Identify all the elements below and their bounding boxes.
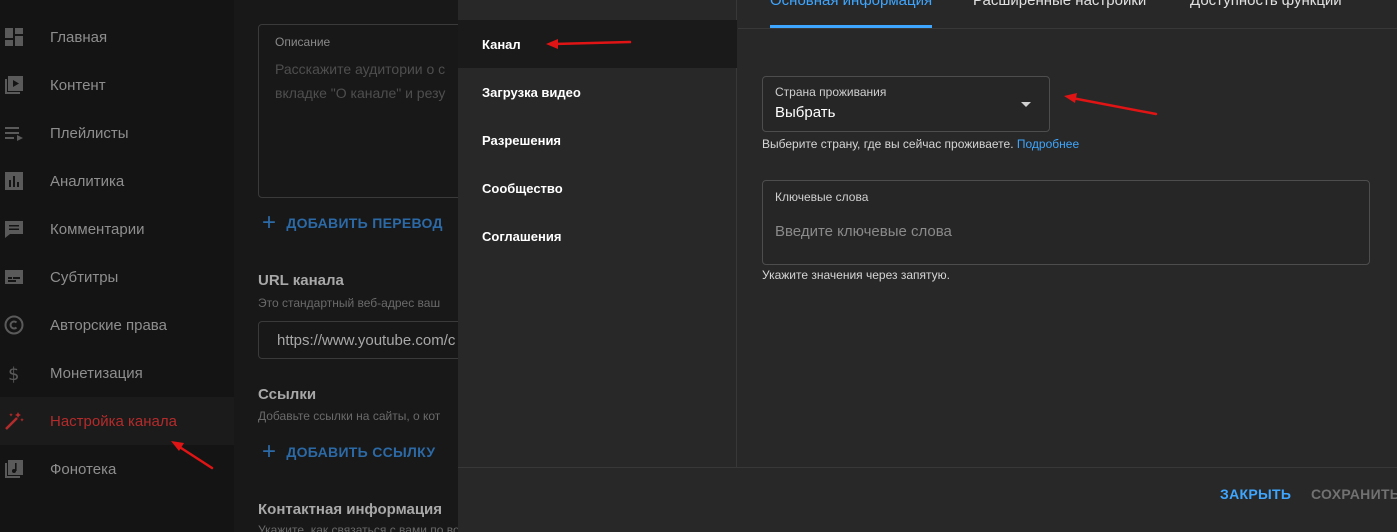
tab-feature-eligibility[interactable]: Доступность функций bbox=[1190, 0, 1342, 9]
sidebar-item-monetization[interactable]: $ Монетизация bbox=[0, 349, 234, 397]
tabs-divider bbox=[738, 28, 1397, 29]
screen: Главная Контент Плейлисты Аналитика Комм… bbox=[0, 0, 1397, 532]
subtitles-icon bbox=[5, 270, 23, 284]
plus-icon: + bbox=[262, 209, 277, 236]
settings-nav-label: Загрузка видео bbox=[482, 84, 581, 100]
sidebar-item-playlists[interactable]: Плейлисты bbox=[0, 109, 234, 157]
svg-text:$: $ bbox=[8, 364, 19, 384]
dropdown-arrow-icon bbox=[1021, 102, 1031, 107]
sidebar-item-dashboard[interactable]: Главная bbox=[0, 13, 234, 61]
sidebar-item-label: Субтитры bbox=[50, 268, 119, 286]
sidebar-item-audio-library[interactable]: Фонотека bbox=[0, 445, 234, 493]
settings-nav-channel[interactable]: Канал bbox=[458, 20, 737, 68]
close-button[interactable]: ЗАКРЫТЬ bbox=[1220, 486, 1291, 502]
add-translation-label: ДОБАВИТЬ ПЕРЕВОД bbox=[286, 215, 443, 231]
sidebar-item-subtitles[interactable]: Субтитры bbox=[0, 253, 234, 301]
learn-more-link[interactable]: Подробнее bbox=[1017, 137, 1079, 151]
sidebar-item-label: Комментарии bbox=[50, 220, 145, 238]
channel-url-field[interactable]: https://www.youtube.com/c bbox=[258, 321, 458, 359]
contact-section-subtitle: Укажите, как связаться с вами по вопроса… bbox=[258, 523, 458, 532]
settings-nav-label: Канал bbox=[482, 36, 521, 52]
country-help-text: Выберите страну, где вы сейчас проживает… bbox=[762, 137, 1079, 151]
country-select-label: Страна проживания bbox=[775, 85, 887, 99]
magic-wand-icon bbox=[5, 412, 24, 430]
description-placeholder-line: Расскажите аудитории о с bbox=[275, 61, 446, 77]
keywords-field[interactable]: Ключевые слова Введите ключевые слова bbox=[762, 180, 1370, 265]
description-placeholder-line: вкладке "О канале" и резу bbox=[275, 85, 446, 101]
sidebar-item-analytics[interactable]: Аналитика bbox=[0, 157, 234, 205]
add-link-label: ДОБАВИТЬ ССЫЛКУ bbox=[286, 444, 436, 460]
sidebar-item-label: Монетизация bbox=[50, 364, 143, 382]
sidebar-item-label: Настройка канала bbox=[50, 412, 177, 430]
keywords-help-text: Укажите значения через запятую. bbox=[762, 268, 950, 282]
description-label: Описание bbox=[275, 35, 331, 49]
sidebar-item-label: Контент bbox=[50, 76, 106, 94]
sidebar-item-label: Главная bbox=[50, 28, 108, 46]
channel-url-value: https://www.youtube.com/c bbox=[277, 332, 456, 349]
settings-tabs: Основная информация Расширенные настройк… bbox=[738, 0, 1397, 28]
sidebar-item-customization[interactable]: Настройка канала bbox=[0, 397, 234, 445]
description-placeholder: Расскажите аудитории о с вкладке "О кана… bbox=[275, 57, 458, 105]
settings-nav-label: Соглашения bbox=[482, 228, 562, 244]
tab-advanced-settings[interactable]: Расширенные настройки bbox=[973, 0, 1146, 9]
sidebar-item-content[interactable]: Контент bbox=[0, 61, 234, 109]
keywords-label: Ключевые слова bbox=[775, 190, 869, 204]
add-translation-button[interactable]: + ДОБАВИТЬ ПЕРЕВОД bbox=[262, 211, 443, 235]
contact-section-title: Контактная информация bbox=[258, 501, 443, 518]
url-section-subtitle: Это стандартный веб-адрес ваш bbox=[258, 296, 441, 310]
settings-nav-community[interactable]: Сообщество bbox=[458, 164, 737, 212]
settings-dialog: Канал Загрузка видео Разрешения Сообщест… bbox=[458, 0, 1397, 532]
footer-divider bbox=[458, 467, 1397, 468]
settings-nav-permissions[interactable]: Разрешения bbox=[458, 116, 737, 164]
sidebar-item-label: Фонотека bbox=[50, 460, 117, 478]
background-content: Описание Расскажите аудитории о с вкладк… bbox=[234, 0, 458, 532]
plus-icon: + bbox=[262, 438, 277, 465]
settings-nav-agreements[interactable]: Соглашения bbox=[458, 212, 737, 260]
add-link-button[interactable]: + ДОБАВИТЬ ССЫЛКУ bbox=[262, 440, 435, 464]
sidebar-item-copyright[interactable]: Авторские права bbox=[0, 301, 234, 349]
sidebar: Главная Контент Плейлисты Аналитика Комм… bbox=[0, 0, 234, 532]
settings-nav-upload-defaults[interactable]: Загрузка видео bbox=[458, 68, 737, 116]
analytics-icon bbox=[5, 172, 23, 190]
music-library-icon bbox=[5, 460, 23, 478]
dashboard-icon bbox=[5, 28, 23, 46]
sidebar-item-comments[interactable]: Комментарии bbox=[0, 205, 234, 253]
description-field[interactable]: Описание Расскажите аудитории о с вкладк… bbox=[258, 24, 458, 198]
settings-nav-label: Сообщество bbox=[482, 180, 563, 196]
links-section-title: Ссылки bbox=[258, 386, 317, 403]
url-section-title: URL канала bbox=[258, 272, 344, 289]
settings-nav: Канал Загрузка видео Разрешения Сообщест… bbox=[458, 0, 737, 467]
video-library-icon bbox=[5, 76, 23, 94]
save-button[interactable]: СОХРАНИТЬ bbox=[1311, 486, 1397, 502]
copyright-icon bbox=[4, 315, 24, 335]
keywords-input[interactable]: Введите ключевые слова bbox=[775, 223, 1335, 240]
sidebar-item-label: Плейлисты bbox=[50, 124, 129, 142]
settings-nav-label: Разрешения bbox=[482, 132, 562, 148]
tab-basic-info[interactable]: Основная информация bbox=[770, 0, 932, 9]
links-section-subtitle: Добавьте ссылки на сайты, о кот bbox=[258, 409, 441, 423]
sidebar-item-label: Аналитика bbox=[50, 172, 125, 190]
country-select-value: Выбрать bbox=[775, 104, 836, 121]
country-help-label: Выберите страну, где вы сейчас проживает… bbox=[762, 137, 1014, 151]
sidebar-item-label: Авторские права bbox=[50, 316, 167, 334]
country-select[interactable]: Страна проживания Выбрать bbox=[762, 76, 1050, 132]
comment-icon bbox=[5, 221, 23, 238]
playlist-icon bbox=[5, 127, 23, 141]
dollar-icon: $ bbox=[8, 364, 19, 384]
